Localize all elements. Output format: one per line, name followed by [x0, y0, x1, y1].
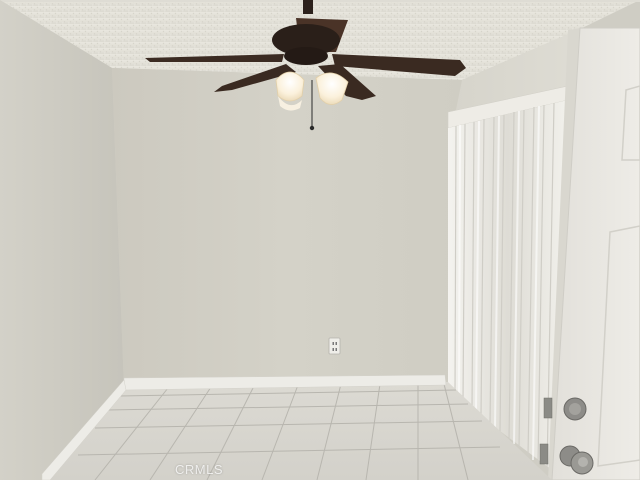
room-illustration [0, 0, 640, 480]
room-photo: CRMLS [0, 0, 640, 480]
crmls-watermark: CRMLS [175, 462, 224, 477]
deadbolt-icon[interactable] [563, 397, 587, 421]
outlet-icon [328, 337, 341, 355]
ceiling-top [0, 0, 640, 2]
back-wall [112, 68, 462, 388]
door-hinge-lower [543, 397, 553, 419]
door-hinge-bottom [539, 443, 549, 465]
